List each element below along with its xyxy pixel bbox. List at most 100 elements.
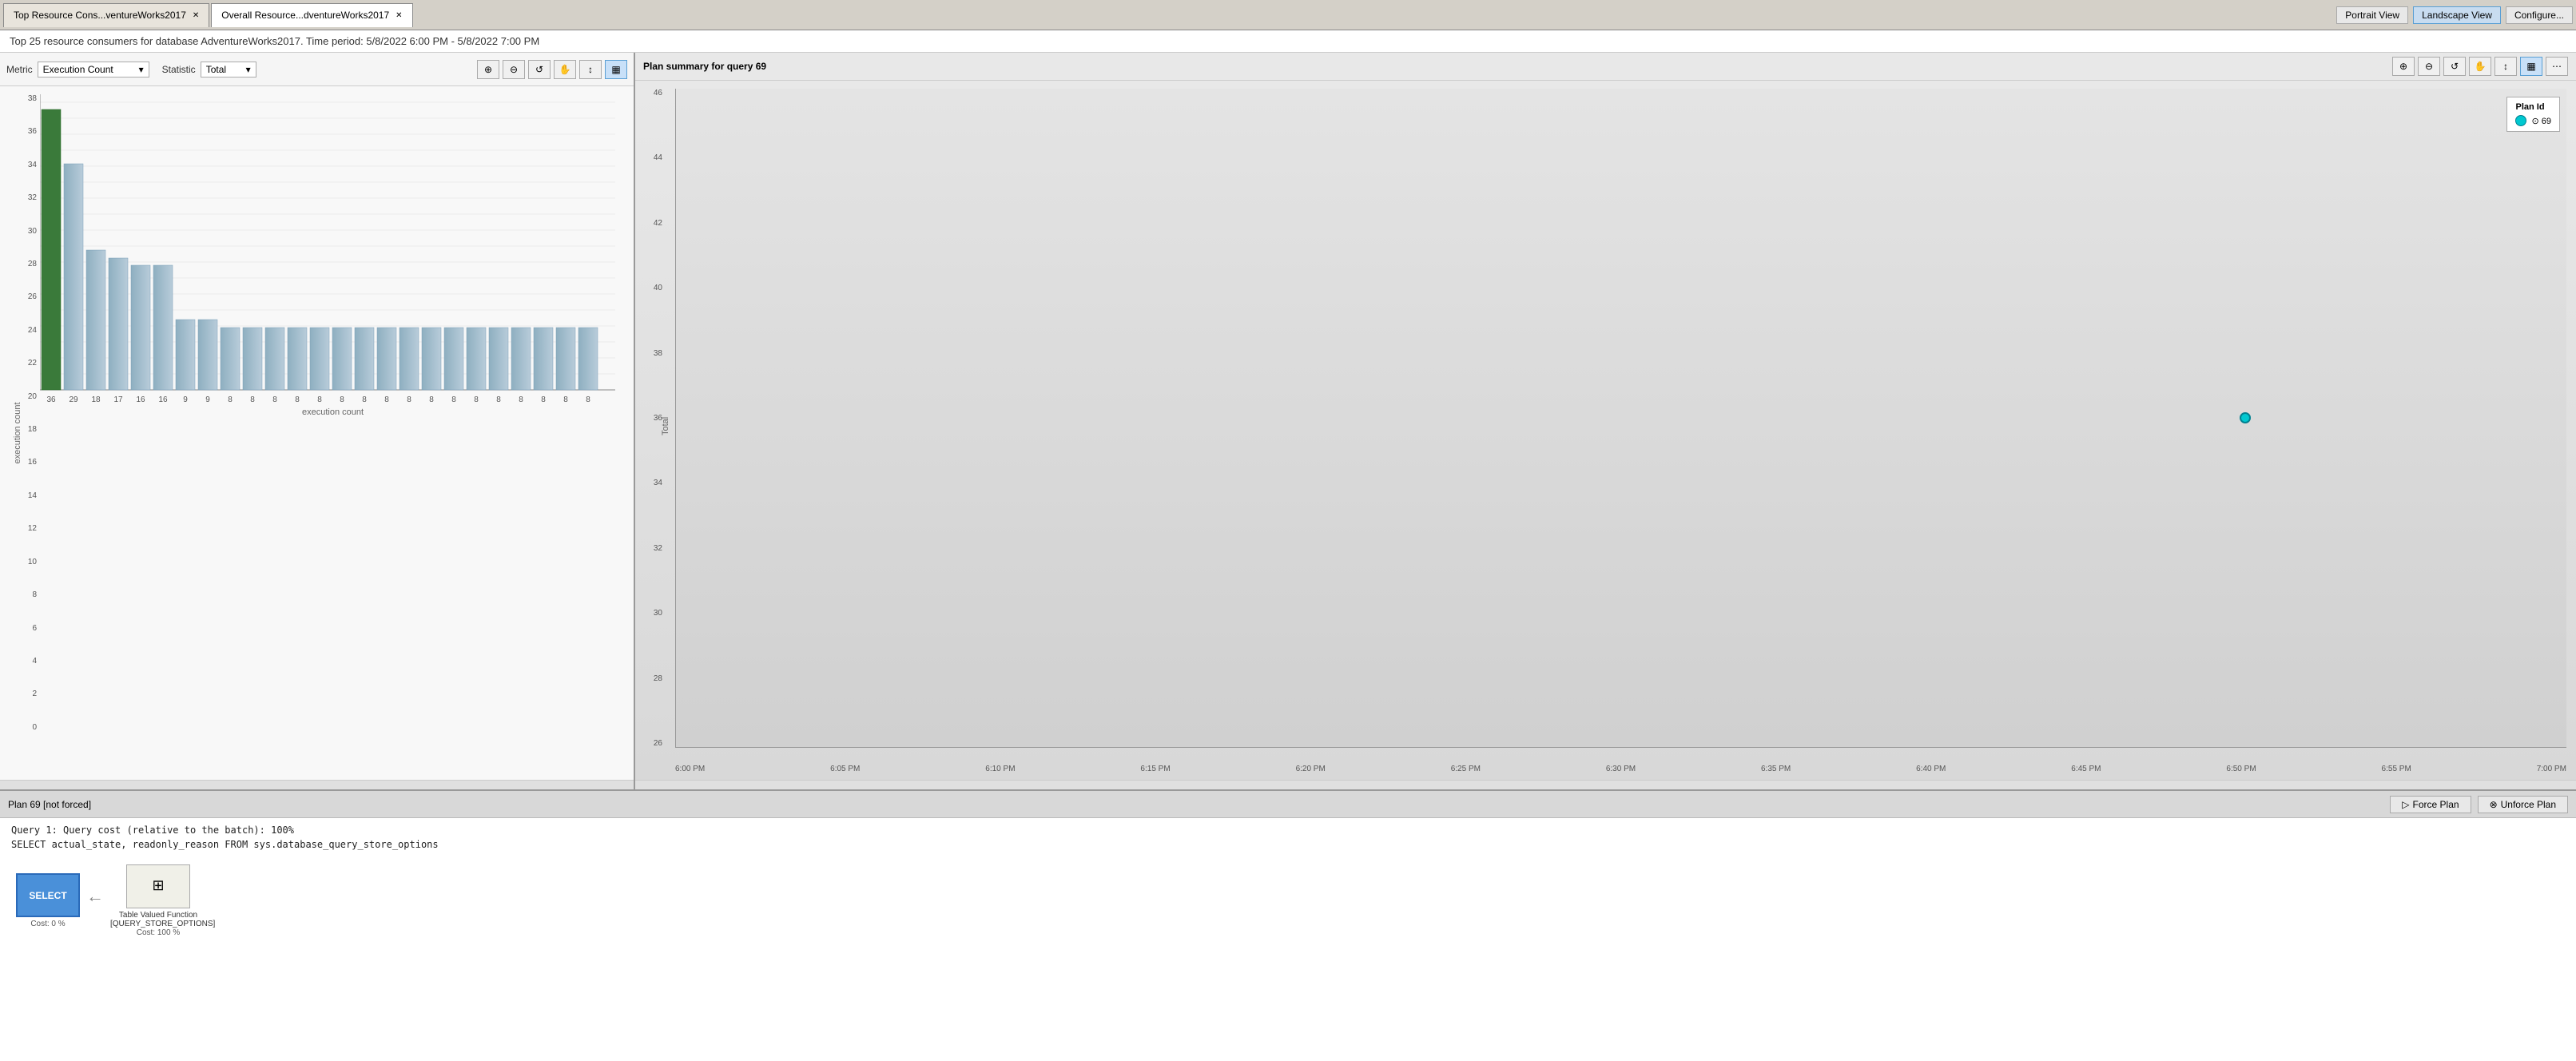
svg-text:8: 8	[563, 395, 568, 404]
title-bar: Top 25 resource consumers for database A…	[0, 30, 2576, 53]
unforce-plan-button[interactable]: ⊗ Unforce Plan	[2478, 796, 2568, 813]
right-zoom-in[interactable]: ⊕	[2392, 57, 2415, 76]
legend-label-69: ⊙ 69	[2531, 116, 2551, 126]
right-extra[interactable]: ⋯	[2546, 57, 2568, 76]
metric-value: Execution Count	[43, 64, 113, 75]
portrait-view-button[interactable]: Portrait View	[2336, 6, 2408, 24]
svg-text:9: 9	[205, 395, 210, 404]
svg-text:8: 8	[407, 395, 411, 404]
sql-text: SELECT actual_state, readonly_reason FRO…	[11, 839, 2565, 850]
right-zoom-out[interactable]: ⊖	[2418, 57, 2440, 76]
svg-text:8: 8	[586, 395, 590, 404]
svg-text:8: 8	[384, 395, 389, 404]
svg-text:8: 8	[451, 395, 456, 404]
tab-2-label: Overall Resource...dventureWorks2017	[221, 10, 389, 21]
svg-text:8: 8	[429, 395, 434, 404]
right-chart-btn[interactable]: ▦	[2520, 57, 2542, 76]
bar-chart-svg: 36 29 18 17 16 16 9 9 8 8 8 8 8 8 8 8 8	[40, 94, 615, 406]
right-scrollbar[interactable]	[635, 780, 2576, 789]
statistic-chevron: ▾	[246, 64, 251, 75]
title-text: Top 25 resource consumers for database A…	[10, 35, 539, 47]
right-y-axis: 26 28 30 32 34 36 38 40 42 44 46	[635, 89, 664, 748]
right-pan[interactable]: ✋	[2469, 57, 2491, 76]
right-panel: Plan summary for query 69 ⊕ ⊖ ↺ ✋ ↕ ▦ ⋯ …	[635, 53, 2576, 789]
svg-text:8: 8	[519, 395, 523, 404]
select-node: SELECT Cost: 0 %	[16, 873, 80, 928]
plan-header: Plan 69 [not forced] ▷ Force Plan ⊗ Unfo…	[0, 791, 2576, 818]
tvf-node-cost: Cost: 100 %	[137, 928, 180, 937]
left-scrollbar[interactable]	[0, 780, 634, 789]
right-x-axis: 6:00 PM 6:05 PM 6:10 PM 6:15 PM 6:20 PM …	[675, 765, 2566, 773]
bar-chart-button[interactable]: ▦	[605, 60, 627, 79]
svg-text:8: 8	[474, 395, 479, 404]
legend-title: Plan Id	[2515, 102, 2551, 112]
right-toolbar: ⊕ ⊖ ↺ ✋ ↕ ▦ ⋯	[2392, 57, 2568, 76]
execution-plan-diagram: SELECT Cost: 0 % ← ⊞ Table Valued Functi…	[0, 856, 2576, 945]
query-cost-line: Query 1: Query cost (relative to the bat…	[11, 825, 2565, 836]
configure-button[interactable]: Configure...	[2506, 6, 2573, 24]
x-axis-title: execution count	[40, 407, 626, 417]
plan-query-text: Query 1: Query cost (relative to the bat…	[0, 818, 2576, 856]
svg-text:36: 36	[46, 395, 56, 404]
right-panel-header: Plan summary for query 69 ⊕ ⊖ ↺ ✋ ↕ ▦ ⋯	[635, 53, 2576, 81]
svg-text:8: 8	[340, 395, 344, 404]
right-reset[interactable]: ↺	[2443, 57, 2466, 76]
tvf-node-label: Table Valued Function[QUERY_STORE_OPTION…	[110, 911, 206, 928]
force-plan-button[interactable]: ▷ Force Plan	[2390, 796, 2471, 813]
unforce-plan-label: Unforce Plan	[2501, 799, 2556, 810]
svg-text:8: 8	[228, 395, 233, 404]
zoom-out-button[interactable]: ⊖	[503, 60, 525, 79]
metric-label: Metric	[6, 64, 33, 75]
legend-dot-69	[2515, 115, 2526, 126]
svg-text:8: 8	[317, 395, 322, 404]
right-scroll[interactable]: ↕	[2495, 57, 2517, 76]
force-plan-icon: ▷	[2402, 799, 2409, 810]
left-panel: Metric Execution Count ▾ Statistic Total…	[0, 53, 635, 789]
y-axis-title: execution count	[13, 353, 22, 513]
pan-button[interactable]: ✋	[554, 60, 576, 79]
statistic-value: Total	[206, 64, 226, 75]
svg-text:17: 17	[113, 395, 123, 404]
scatter-dot	[2240, 412, 2251, 423]
statistic-label: Statistic	[162, 64, 196, 75]
tab-1-close[interactable]: ✕	[193, 11, 199, 20]
tab-bar: Top Resource Cons...ventureWorks2017 ✕ O…	[0, 0, 2576, 30]
tab-2[interactable]: Overall Resource...dventureWorks2017 ✕	[211, 3, 412, 27]
force-plan-label: Force Plan	[2413, 799, 2459, 810]
app-window: Top Resource Cons...ventureWorks2017 ✕ O…	[0, 0, 2576, 1061]
plan-arrow: ←	[80, 886, 110, 907]
bar-chart-area: 0 2 4 6 8 10 12 14 16 18 20 22 24 26 28 …	[0, 86, 634, 780]
svg-text:9: 9	[183, 395, 188, 404]
legend-item-69: ⊙ 69	[2515, 115, 2551, 126]
metric-chevron: ▾	[139, 64, 144, 75]
svg-text:16: 16	[158, 395, 168, 404]
left-toolbar: Metric Execution Count ▾ Statistic Total…	[0, 53, 634, 86]
bottom-panel: Plan 69 [not forced] ▷ Force Plan ⊗ Unfo…	[0, 789, 2576, 1061]
svg-text:8: 8	[362, 395, 367, 404]
svg-text:29: 29	[69, 395, 78, 404]
zoom-in-button[interactable]: ⊕	[477, 60, 499, 79]
svg-text:8: 8	[295, 395, 300, 404]
zoom-reset-button[interactable]: ↺	[528, 60, 551, 79]
svg-text:8: 8	[272, 395, 277, 404]
landscape-view-button[interactable]: Landscape View	[2413, 6, 2501, 24]
plan-label: Plan 69 [not forced]	[8, 799, 91, 810]
svg-text:8: 8	[541, 395, 546, 404]
tvf-icon: ⊞	[152, 877, 164, 894]
scroll-button[interactable]: ↕	[579, 60, 602, 79]
tvf-node-box: ⊞	[126, 864, 190, 908]
svg-text:16: 16	[136, 395, 145, 404]
right-panel-title: Plan summary for query 69	[643, 61, 766, 72]
plan-actions: ▷ Force Plan ⊗ Unforce Plan	[2390, 796, 2568, 813]
metric-dropdown[interactable]: Execution Count ▾	[38, 62, 149, 77]
statistic-dropdown[interactable]: Total ▾	[201, 62, 256, 77]
select-node-box: SELECT	[16, 873, 80, 917]
tab-1[interactable]: Top Resource Cons...ventureWorks2017 ✕	[3, 3, 209, 27]
chart-legend: Plan Id ⊙ 69	[2506, 97, 2560, 132]
tvf-node: ⊞ Table Valued Function[QUERY_STORE_OPTI…	[110, 864, 206, 937]
right-chart-wrapper: 26 28 30 32 34 36 38 40 42 44 46 Total	[635, 81, 2576, 780]
svg-text:18: 18	[91, 395, 101, 404]
scatter-area	[675, 89, 2566, 748]
svg-text:8: 8	[496, 395, 501, 404]
tab-2-close[interactable]: ✕	[396, 11, 402, 20]
